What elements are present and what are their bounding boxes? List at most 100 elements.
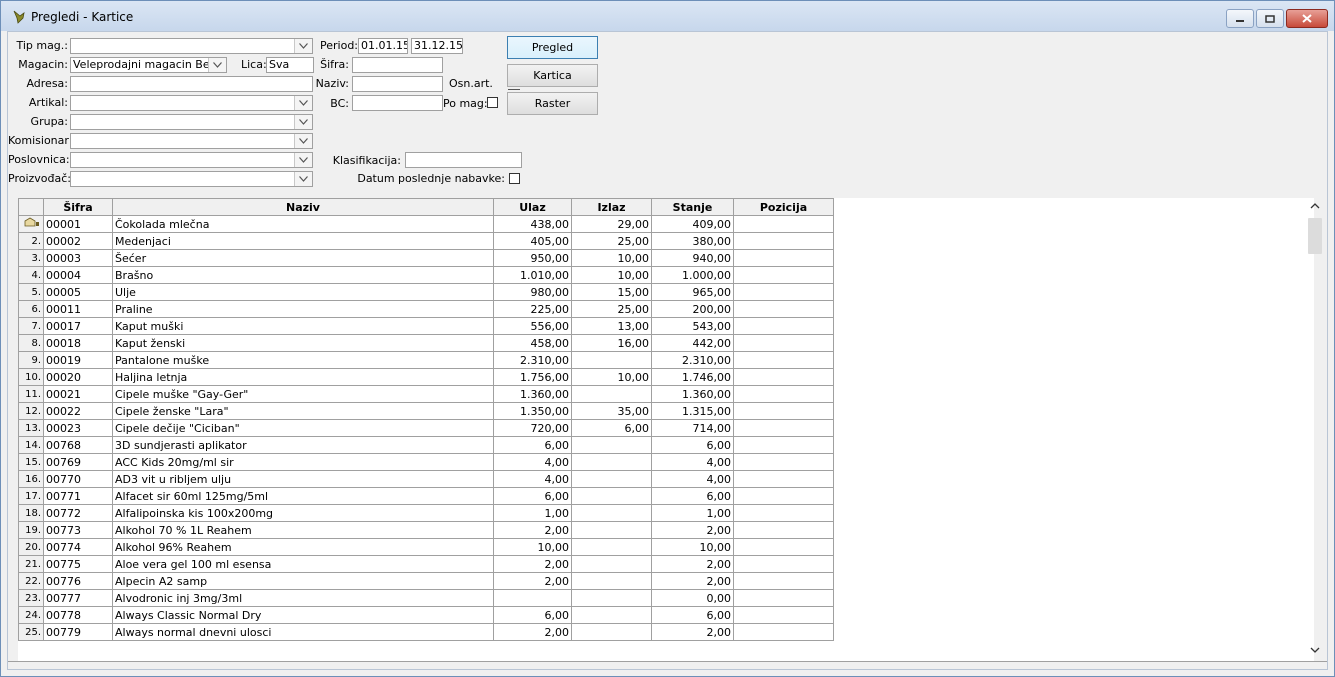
cell-sifra[interactable]: 00005: [43, 283, 113, 301]
cell-izlaz[interactable]: [571, 538, 652, 556]
table-row[interactable]: 3. 00003 Šećer 950,00 10,00 940,00: [18, 249, 834, 267]
table-row[interactable]: 2. 00002 Medenjaci 405,00 25,00 380,00: [18, 232, 834, 250]
cell-izlaz[interactable]: [571, 606, 652, 624]
cell-ulaz[interactable]: 2,00: [493, 521, 572, 539]
cell-stanje[interactable]: 380,00: [651, 232, 734, 250]
cell-sifra[interactable]: 00778: [43, 606, 113, 624]
lica-field[interactable]: Sva: [266, 57, 314, 73]
cell-sifra[interactable]: 00777: [43, 589, 113, 607]
pregled-button[interactable]: Pregled: [507, 36, 598, 59]
column-header-sifra[interactable]: Šifra: [43, 198, 113, 216]
cell-sifra[interactable]: 00011: [43, 300, 113, 318]
scroll-up-icon[interactable]: [1310, 202, 1320, 210]
cell-sifra[interactable]: 00771: [43, 487, 113, 505]
cell-sifra[interactable]: 00773: [43, 521, 113, 539]
table-row[interactable]: 13. 00023 Cipele dečije "Ciciban" 720,00 6,0…: [18, 419, 834, 437]
cell-stanje[interactable]: 2,00: [651, 572, 734, 590]
po-mag-checkbox[interactable]: [487, 97, 498, 108]
cell-pozicija[interactable]: [733, 249, 834, 267]
cell-pozicija[interactable]: [733, 419, 834, 437]
cell-izlaz[interactable]: [571, 470, 652, 488]
cell-ulaz[interactable]: 556,00: [493, 317, 572, 335]
cell-stanje[interactable]: 940,00: [651, 249, 734, 267]
cell-ulaz[interactable]: 225,00: [493, 300, 572, 318]
cell-naziv[interactable]: Brašno: [112, 266, 494, 284]
cell-ulaz[interactable]: 458,00: [493, 334, 572, 352]
table-row[interactable]: 25. 00779 Always normal dnevni ulosci 2,00 2…: [18, 623, 834, 641]
chevron-down-icon[interactable]: [294, 39, 312, 53]
cell-pozicija[interactable]: [733, 215, 834, 233]
table-row[interactable]: 21. 00775 Aloe vera gel 100 ml esensa 2,00 2…: [18, 555, 834, 573]
sifra-field[interactable]: [352, 57, 443, 73]
cell-pozicija[interactable]: [733, 300, 834, 318]
cell-pozicija[interactable]: [733, 232, 834, 250]
cell-pozicija[interactable]: [733, 385, 834, 403]
cell-stanje[interactable]: 442,00: [651, 334, 734, 352]
cell-izlaz[interactable]: [571, 351, 652, 369]
cell-ulaz[interactable]: 4,00: [493, 470, 572, 488]
cell-pozicija[interactable]: [733, 538, 834, 556]
cell-stanje[interactable]: 714,00: [651, 419, 734, 437]
cell-pozicija[interactable]: [733, 589, 834, 607]
cell-stanje[interactable]: 965,00: [651, 283, 734, 301]
cell-ulaz[interactable]: 980,00: [493, 283, 572, 301]
cell-stanje[interactable]: 1.746,00: [651, 368, 734, 386]
cell-ulaz[interactable]: 405,00: [493, 232, 572, 250]
cell-izlaz[interactable]: [571, 572, 652, 590]
cell-ulaz[interactable]: 2,00: [493, 555, 572, 573]
cell-pozicija[interactable]: [733, 521, 834, 539]
proizvodjac-select[interactable]: [70, 171, 313, 187]
cell-naziv[interactable]: Ulje: [112, 283, 494, 301]
cell-ulaz[interactable]: 6,00: [493, 606, 572, 624]
cell-izlaz[interactable]: 25,00: [571, 300, 652, 318]
cell-ulaz[interactable]: 1.010,00: [493, 266, 572, 284]
cell-izlaz[interactable]: 13,00: [571, 317, 652, 335]
cell-izlaz[interactable]: 6,00: [571, 419, 652, 437]
cell-sifra[interactable]: 00017: [43, 317, 113, 335]
tip-mag-select[interactable]: [70, 38, 313, 54]
cell-sifra[interactable]: 00775: [43, 555, 113, 573]
cell-izlaz[interactable]: [571, 623, 652, 641]
cell-sifra[interactable]: 00022: [43, 402, 113, 420]
magacin-select[interactable]: Veleprodajni magacin Beogra: [70, 57, 227, 73]
cell-pozicija[interactable]: [733, 368, 834, 386]
cell-naziv[interactable]: Alkohol 70 % 1L Reahem: [112, 521, 494, 539]
cell-ulaz[interactable]: 10,00: [493, 538, 572, 556]
cell-stanje[interactable]: 4,00: [651, 453, 734, 471]
column-header-naziv[interactable]: Naziv: [112, 198, 494, 216]
cell-sifra[interactable]: 00003: [43, 249, 113, 267]
cell-sifra[interactable]: 00776: [43, 572, 113, 590]
kartica-button[interactable]: Kartica: [507, 64, 598, 87]
cell-ulaz[interactable]: 2,00: [493, 623, 572, 641]
table-row[interactable]: 23. 00777 Alvodronic inj 3mg/3ml 0,00: [18, 589, 834, 607]
cell-stanje[interactable]: 1,00: [651, 504, 734, 522]
table-row[interactable]: 9. 00019 Pantalone muške 2.310,00 2.310,00: [18, 351, 834, 369]
cell-ulaz[interactable]: 438,00: [493, 215, 572, 233]
table-row[interactable]: 4. 00004 Brašno 1.010,00 10,00 1.000,00: [18, 266, 834, 284]
cell-naziv[interactable]: AD3 vit u ribljem ulju: [112, 470, 494, 488]
cell-ulaz[interactable]: 720,00: [493, 419, 572, 437]
column-header-stanje[interactable]: Stanje: [651, 198, 734, 216]
cell-pozicija[interactable]: [733, 266, 834, 284]
adresa-field[interactable]: [70, 76, 313, 92]
column-header-izlaz[interactable]: Izlaz: [571, 198, 652, 216]
cell-izlaz[interactable]: [571, 487, 652, 505]
artikal-select[interactable]: [70, 95, 313, 111]
cell-pozicija[interactable]: [733, 606, 834, 624]
cell-pozicija[interactable]: [733, 317, 834, 335]
cell-sifra[interactable]: 00019: [43, 351, 113, 369]
cell-sifra[interactable]: 00004: [43, 266, 113, 284]
table-row[interactable]: 8. 00018 Kaput ženski 458,00 16,00 442,00: [18, 334, 834, 352]
cell-naziv[interactable]: Alpecin A2 samp: [112, 572, 494, 590]
cell-izlaz[interactable]: 29,00: [571, 215, 652, 233]
cell-ulaz[interactable]: 6,00: [493, 487, 572, 505]
cell-ulaz[interactable]: 1.756,00: [493, 368, 572, 386]
cell-naziv[interactable]: Cipele muške "Gay-Ger": [112, 385, 494, 403]
cell-izlaz[interactable]: 15,00: [571, 283, 652, 301]
cell-naziv[interactable]: Medenjaci: [112, 232, 494, 250]
cell-stanje[interactable]: 1.315,00: [651, 402, 734, 420]
table-row[interactable]: 10. 00020 Haljina letnja 1.756,00 10,00 1.746…: [18, 368, 834, 386]
cell-izlaz[interactable]: 10,00: [571, 368, 652, 386]
vertical-scrollbar[interactable]: [1308, 202, 1322, 662]
cell-pozicija[interactable]: [733, 572, 834, 590]
